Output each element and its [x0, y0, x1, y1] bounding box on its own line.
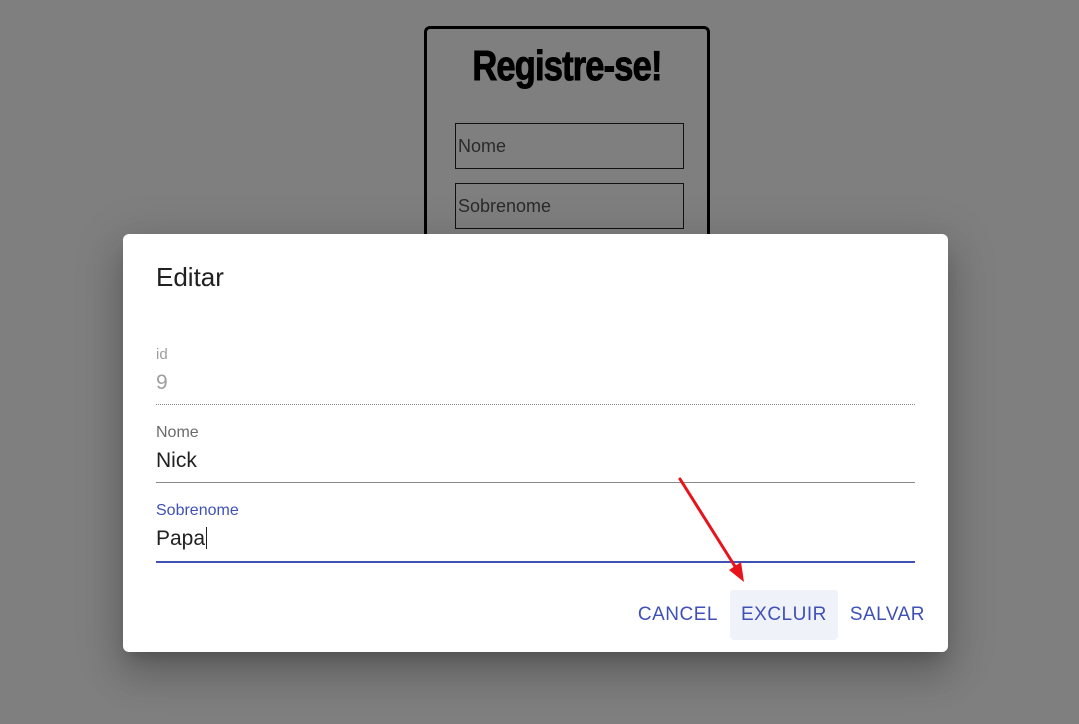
page: Registre-se! Editar id 9 Nome Nick Sobre…	[0, 0, 1079, 724]
sobrenome-field[interactable]: Sobrenome Papa	[156, 500, 915, 564]
dialog-title: Editar	[156, 262, 224, 292]
cancel-button[interactable]: Cancel	[627, 590, 729, 640]
salvar-button[interactable]: Salvar	[839, 590, 936, 640]
id-field: id 9	[156, 344, 915, 406]
nome-underline	[156, 482, 915, 483]
nome-input[interactable]: Nick	[156, 449, 915, 473]
id-value: 9	[156, 371, 168, 394]
id-label: id	[156, 346, 168, 363]
id-underline	[156, 404, 915, 405]
sobrenome-input[interactable]: Papa	[156, 527, 205, 550]
text-caret	[206, 527, 208, 549]
sobrenome-input-wrap[interactable]: Papa	[156, 527, 915, 551]
nome-field[interactable]: Nome Nick	[156, 422, 915, 484]
nome-label: Nome	[156, 424, 199, 441]
sobrenome-label: Sobrenome	[156, 502, 239, 519]
edit-dialog: Editar id 9 Nome Nick Sobrenome Papa Can…	[123, 234, 948, 652]
sobrenome-underline	[156, 561, 915, 563]
dialog-actions: Cancel Excluir Salvar	[626, 590, 936, 640]
excluir-button[interactable]: Excluir	[729, 590, 838, 640]
